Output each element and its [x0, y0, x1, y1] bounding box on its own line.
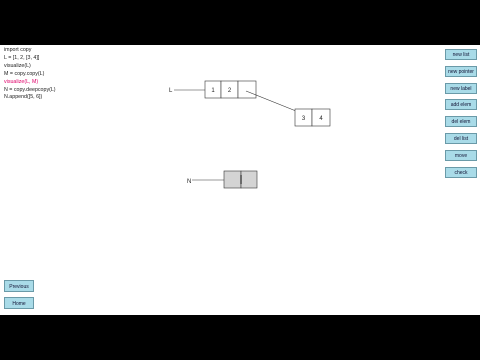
- del-list-button[interactable]: del list: [445, 133, 477, 144]
- move-button[interactable]: move: [445, 150, 477, 161]
- list-N-cell[interactable]: [240, 170, 258, 189]
- add-elem-button[interactable]: add elem: [445, 99, 477, 110]
- check-button[interactable]: check: [445, 167, 477, 178]
- list-L[interactable]: 1 2: [204, 80, 257, 99]
- list-N[interactable]: [223, 170, 258, 189]
- previous-button[interactable]: Previous: [4, 280, 34, 292]
- list-N-cell[interactable]: [223, 170, 242, 189]
- reference-arrow: [245, 90, 297, 112]
- new-label-button[interactable]: new label: [445, 83, 477, 94]
- canvas: import copy L = [1, 2, [3, 4]] visualize…: [0, 45, 480, 315]
- home-button[interactable]: Home: [4, 297, 34, 309]
- list-inner[interactable]: 3 4: [294, 108, 331, 127]
- new-list-button[interactable]: new list: [445, 49, 477, 60]
- pointer-label-L: L: [169, 88, 173, 94]
- del-elem-button[interactable]: del elem: [445, 116, 477, 127]
- new-pointer-button[interactable]: new pointer: [445, 66, 477, 77]
- list-L-cell[interactable]: [237, 80, 257, 99]
- pointer-label-N: N: [187, 179, 191, 185]
- diagram: L 1 2 3 4 N: [169, 80, 331, 189]
